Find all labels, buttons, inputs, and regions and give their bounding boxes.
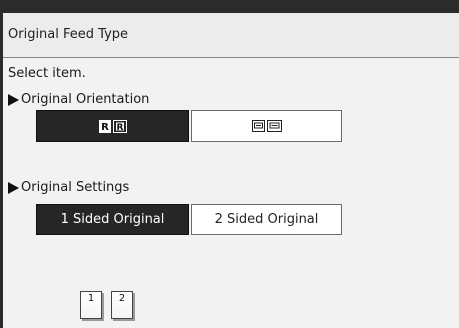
content-panel: Select item. Original Orientation R R Or… — [3, 58, 459, 328]
readable-direction-icon: R R — [98, 119, 127, 133]
one-sided-original-label: 1 Sided Original — [60, 212, 165, 227]
svg-text:R: R — [116, 123, 123, 133]
window-title: Original Feed Type — [8, 27, 129, 42]
settings-label: Original Settings — [21, 180, 130, 195]
unreadable-direction-icon — [251, 120, 282, 132]
title-bar: Original Feed Type — [3, 13, 459, 58]
orientation-label: Original Orientation — [21, 92, 150, 107]
svg-text:R: R — [101, 122, 109, 133]
two-sided-original-label: 2 Sided Original — [214, 212, 319, 227]
select-item-prompt: Select item. — [8, 66, 86, 81]
triangle-bullet-icon — [8, 182, 19, 194]
screen: Original Feed Type Select item. Original… — [0, 0, 459, 328]
page-two-icon: 2 — [111, 291, 133, 319]
orientation-unreadable-button[interactable] — [191, 110, 342, 142]
triangle-bullet-icon — [8, 94, 19, 106]
settings-section-label: Original Settings — [8, 180, 129, 196]
top-frame — [0, 0, 459, 13]
page-one-icon: 1 — [80, 291, 102, 319]
page-two-number: 2 — [118, 293, 126, 304]
orientation-section-label: Original Orientation — [8, 92, 149, 108]
orientation-readable-button[interactable]: R R — [36, 110, 189, 142]
page-one-number: 1 — [87, 293, 95, 304]
one-sided-original-button[interactable]: 1 Sided Original — [36, 204, 189, 235]
two-sided-original-button[interactable]: 2 Sided Original — [191, 204, 342, 235]
